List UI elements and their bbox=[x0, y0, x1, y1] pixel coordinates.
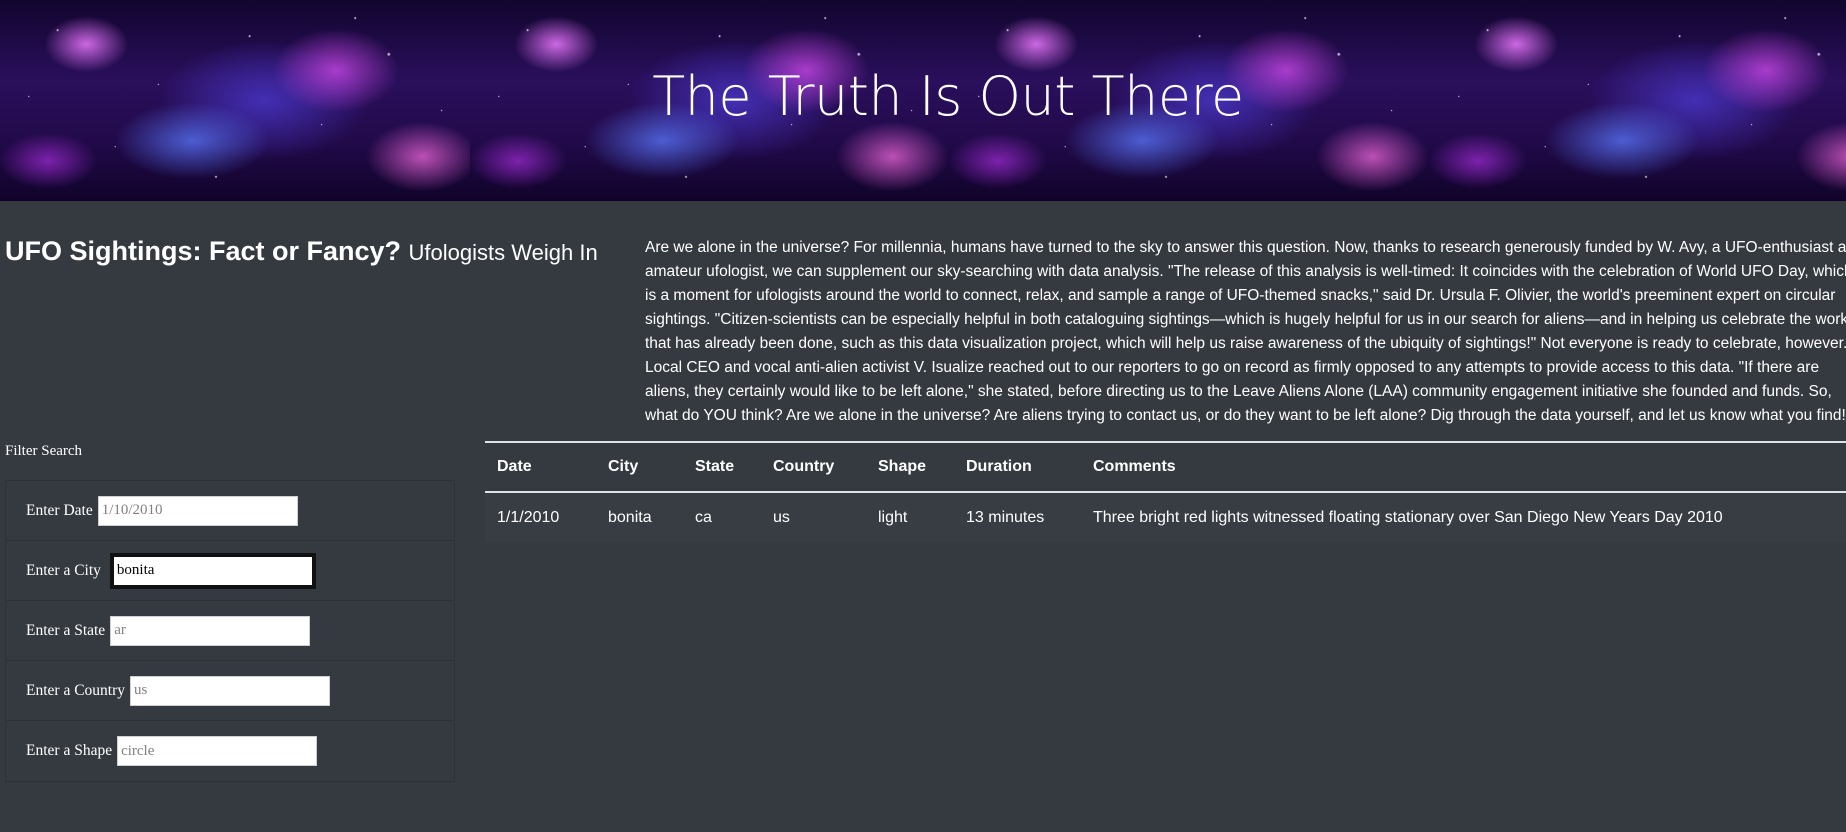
column-header-shape: Shape bbox=[866, 441, 954, 493]
table-body: 1/1/2010 bonita ca us light 13 minutes T… bbox=[485, 492, 1846, 542]
shape-label: Enter a Shape bbox=[26, 742, 113, 759]
intro-line: that has already been done, such as this… bbox=[645, 335, 1846, 352]
filter-item-shape: Enter a Shape bbox=[6, 721, 454, 781]
cell-date: 1/1/2010 bbox=[485, 492, 596, 542]
filter-item-city: Enter a City bbox=[6, 541, 454, 601]
filter-item-date: Enter Date bbox=[6, 481, 454, 541]
intro-line: Local CEO and vocal anti-alien activist … bbox=[645, 359, 1820, 376]
page-title: UFO Sightings: Fact or Fancy? Ufologists… bbox=[5, 236, 598, 267]
intro-line: aliens, they certainly would like to be … bbox=[645, 383, 1832, 400]
filter-search-title: Filter Search bbox=[5, 443, 83, 459]
date-input[interactable] bbox=[97, 495, 298, 526]
column-header-city: City bbox=[596, 441, 683, 493]
state-input[interactable] bbox=[110, 615, 311, 646]
hero-banner: The Truth Is Out There bbox=[0, 0, 1846, 201]
column-header-country: Country bbox=[761, 441, 866, 493]
country-input[interactable] bbox=[130, 675, 331, 706]
date-label: Enter Date bbox=[26, 501, 93, 519]
city-label: Enter a City bbox=[26, 561, 101, 579]
table-row: 1/1/2010 bonita ca us light 13 minutes T… bbox=[485, 492, 1846, 542]
city-input[interactable] bbox=[110, 553, 315, 588]
intro-paragraph: Are we alone in the universe? For millen… bbox=[645, 236, 1846, 426]
column-header-duration: Duration bbox=[954, 441, 1081, 493]
filter-list: Enter Date Enter a City Enter a State En… bbox=[5, 480, 455, 782]
cell-comments: Three bright red lights witnessed floati… bbox=[1081, 492, 1846, 542]
country-label: Enter a Country bbox=[26, 681, 126, 699]
intro-line: what do YOU think? Are we alone in the u… bbox=[645, 407, 1846, 424]
ufo-table-container: Date City State Country Shape Duration C… bbox=[485, 441, 1846, 542]
intro-line: Are we alone in the universe? For millen… bbox=[645, 239, 1846, 256]
page-title-main: UFO Sightings: Fact or Fancy? bbox=[5, 236, 402, 266]
cell-shape: light bbox=[866, 492, 954, 542]
filter-item-state: Enter a State bbox=[6, 601, 454, 661]
cell-city: bonita bbox=[596, 492, 683, 542]
table-header: Date City State Country Shape Duration C… bbox=[485, 441, 1846, 493]
shape-input[interactable] bbox=[117, 736, 318, 766]
cell-state: ca bbox=[683, 492, 761, 542]
cell-country: us bbox=[761, 492, 866, 542]
ufo-table: Date City State Country Shape Duration C… bbox=[485, 441, 1846, 542]
intro-line: is a moment for ufologists around the wo… bbox=[645, 287, 1836, 304]
column-header-comments: Comments bbox=[1081, 441, 1846, 493]
intro-line: amateur ufologist, we can supplement our… bbox=[645, 263, 1846, 280]
banner-title: The Truth Is Out There bbox=[652, 65, 1244, 128]
column-header-state: State bbox=[683, 441, 761, 493]
cell-duration: 13 minutes bbox=[954, 492, 1081, 542]
column-header-date: Date bbox=[485, 441, 596, 493]
state-label: Enter a State bbox=[26, 621, 106, 639]
filter-item-country: Enter a Country bbox=[6, 661, 454, 721]
page-subtitle: Ufologists Weigh In bbox=[408, 240, 598, 265]
intro-line: sightings. "Citizen-scientists can be es… bbox=[645, 311, 1846, 328]
